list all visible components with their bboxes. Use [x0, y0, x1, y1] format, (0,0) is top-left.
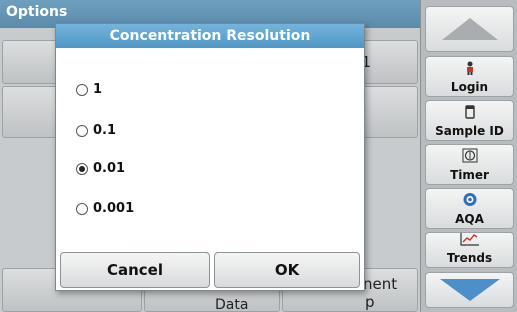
option-label: 0.01	[93, 161, 126, 176]
sidebar-item-trends[interactable]: Trends	[425, 232, 514, 268]
cancel-button[interactable]: Cancel	[60, 252, 210, 288]
aqa-icon	[462, 192, 478, 211]
sidebar-item-label: Timer	[450, 168, 489, 182]
bottom-middle-label: Data	[215, 297, 249, 312]
vial-icon	[464, 105, 476, 123]
sidebar-item-label: Trends	[446, 251, 493, 265]
scroll-down-button[interactable]	[425, 272, 514, 308]
bottom-right-label-2: p	[365, 293, 375, 311]
scroll-up-button[interactable]	[425, 6, 514, 52]
sidebar-item-aqa[interactable]: AQA	[425, 188, 514, 229]
sidebar-item-timer[interactable]: Timer	[425, 144, 514, 185]
ok-button[interactable]: OK	[214, 252, 360, 288]
option-label: 1	[93, 82, 103, 97]
option-1[interactable]: 1	[76, 82, 102, 97]
sidebar-item-login[interactable]: Login	[425, 56, 514, 97]
sidebar-item-label: Sample ID	[435, 124, 504, 138]
radio-button-selected[interactable]	[76, 162, 88, 175]
option-label: 0.1	[93, 123, 117, 138]
sidebar-item-label: Login	[450, 80, 489, 94]
arrow-down-icon	[439, 279, 500, 301]
sidebar: Login Sample ID Timer AQA Trends	[420, 0, 517, 312]
radio-button[interactable]	[76, 124, 88, 137]
sidebar-item-sample-id[interactable]: Sample ID	[425, 100, 514, 141]
option-0.1[interactable]: 0.1	[76, 123, 116, 138]
option-0.01[interactable]: 0.01	[76, 161, 125, 176]
dialog-title: Concentration Resolution	[56, 24, 364, 48]
timer-icon	[462, 148, 478, 167]
concentration-resolution-dialog: Concentration Resolution 1 0.1 0.01 0.00…	[55, 23, 365, 291]
person-icon	[465, 61, 475, 79]
option-label: 0.001	[93, 201, 135, 216]
trends-icon	[459, 232, 480, 250]
radio-button[interactable]	[76, 202, 88, 215]
sidebar-item-label: AQA	[455, 212, 484, 226]
arrow-up-icon	[441, 18, 498, 40]
radio-button[interactable]	[76, 83, 88, 96]
bottom-right-label: nent	[363, 275, 398, 293]
option-0.001[interactable]: 0.001	[76, 201, 134, 216]
